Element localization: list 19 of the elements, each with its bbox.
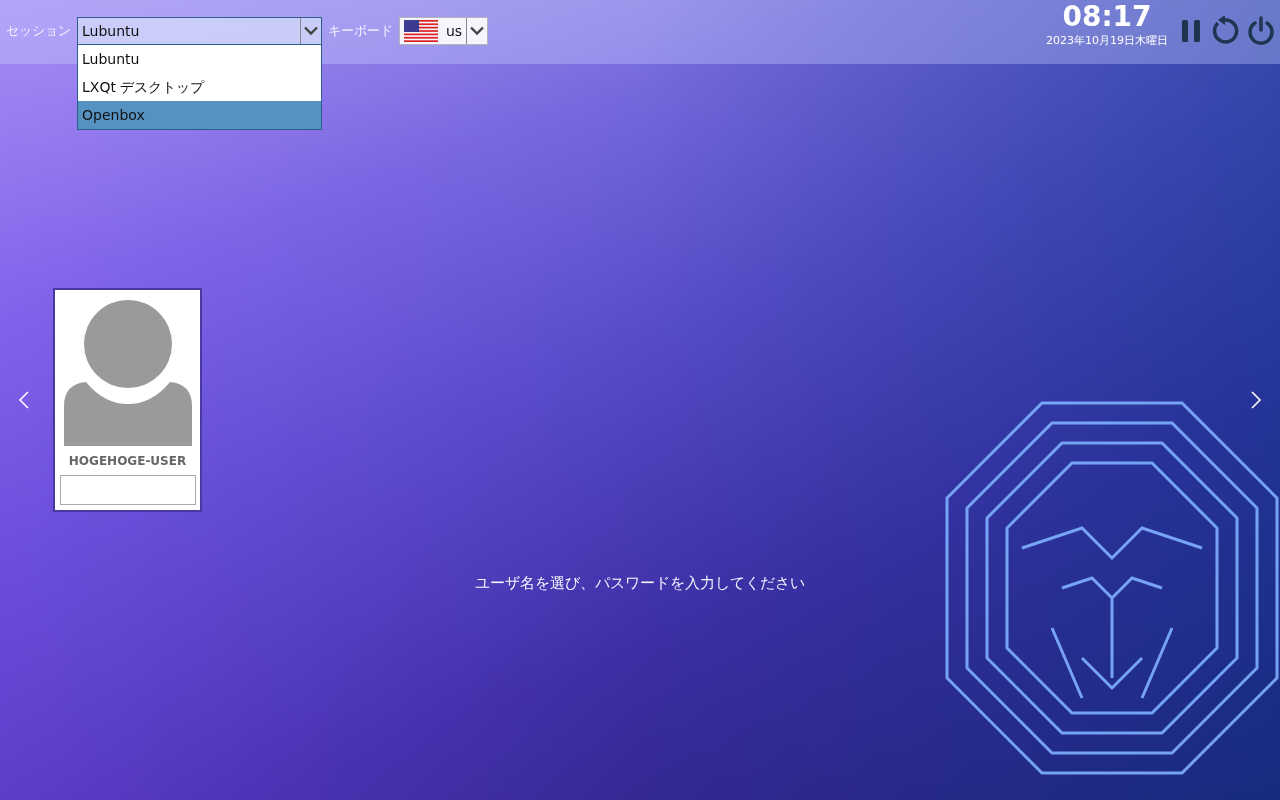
- session-label: セッション: [6, 22, 71, 40]
- restart-icon[interactable]: [1210, 16, 1240, 46]
- session-option[interactable]: Openbox: [78, 101, 321, 129]
- power-icon[interactable]: [1246, 16, 1276, 46]
- user-name: HOGEHOGE-USER: [68, 454, 187, 468]
- password-field[interactable]: [59, 475, 196, 505]
- session-option[interactable]: LXQt デスクトップ: [78, 73, 321, 101]
- dropdown-chevron-icon[interactable]: [466, 18, 487, 44]
- chevron-left-icon[interactable]: [18, 390, 30, 410]
- session-option[interactable]: Lubuntu: [78, 45, 321, 73]
- clock-date: 2023年10月19日木曜日: [1046, 34, 1168, 48]
- login-prompt: ユーザ名を選び、パスワードを入力してください: [474, 574, 806, 593]
- dropdown-chevron-icon[interactable]: [300, 18, 321, 44]
- keyboard-dropdown[interactable]: us: [399, 17, 488, 45]
- clock-time: 08:17: [1062, 0, 1152, 34]
- user-card[interactable]: HOGEHOGE-USER: [53, 288, 202, 512]
- session-dropdown[interactable]: Lubuntu: [77, 17, 322, 45]
- keyboard-label: キーボード: [328, 22, 393, 40]
- chevron-right-icon[interactable]: [1250, 390, 1262, 410]
